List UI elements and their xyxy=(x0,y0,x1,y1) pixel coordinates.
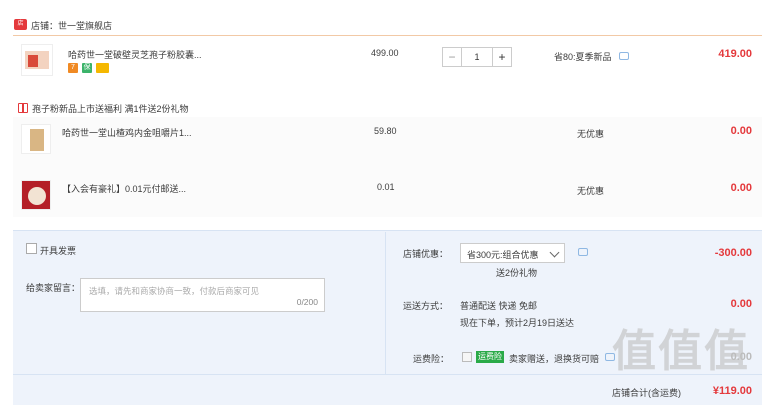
gift-icon xyxy=(18,103,28,113)
increase-button[interactable]: + xyxy=(492,47,512,67)
summary-label: 店铺合计(含运费) xyxy=(612,388,681,398)
product-thumbnail[interactable] xyxy=(21,44,53,76)
product-title[interactable]: 哈药世一堂山楂鸡内金咀嚼片1... xyxy=(62,126,192,139)
note-placeholder: 选填，请先和商家协商一致，付款后商家可见 xyxy=(89,286,260,296)
insurance-tag: 运费险 xyxy=(476,351,504,363)
insurance-label: 运费险： xyxy=(413,354,450,364)
credit-card-icon xyxy=(96,63,109,73)
panel-divider xyxy=(385,232,386,374)
shipping-label: 运送方式： xyxy=(403,301,449,311)
quantity-stepper[interactable]: − 1 + xyxy=(442,47,512,67)
chat-bubble-icon[interactable] xyxy=(578,248,588,256)
product-thumbnail[interactable] xyxy=(21,124,51,154)
item-total: 0.00 xyxy=(730,182,752,194)
gift-item-row xyxy=(13,117,762,167)
store-discount-select[interactable]: 省300元:组合优惠 xyxy=(460,243,565,263)
summary-total: ¥119.00 xyxy=(712,385,752,397)
invoice-checkbox[interactable] xyxy=(26,243,37,254)
store-icon: 店 xyxy=(14,19,27,30)
quantity-input[interactable]: 1 xyxy=(462,47,492,67)
shipping-eta: 现在下单，预计2月19日送达 xyxy=(460,318,575,328)
store-name[interactable]: 店铺：世一堂旗舰店 xyxy=(31,19,112,32)
unit-price: 0.01 xyxy=(377,182,395,192)
store-discount-value: -300.00 xyxy=(714,247,752,259)
store-discount-selected: 省300元:组合优惠 xyxy=(467,250,539,260)
product-thumbnail[interactable] xyxy=(21,180,51,210)
invoice-label[interactable]: 开具发票 xyxy=(40,244,76,257)
shipping-method: 普通配送 快递 免邮 xyxy=(460,301,538,311)
gift-promotion: 孢子粉新品上市送福利 满1件送2份礼物 xyxy=(18,102,189,115)
seven-day-return-icon: 7 xyxy=(68,63,78,73)
item-total: 419.00 xyxy=(718,48,752,60)
store-divider xyxy=(13,35,762,36)
insurance-text: 卖家赠送，退换货可赔 xyxy=(509,354,600,364)
unit-price: 499.00 xyxy=(371,48,399,58)
promotion-label: 省80:夏季新品 xyxy=(554,52,612,62)
unit-price: 59.80 xyxy=(374,126,397,136)
store-header: 店 店铺：世一堂旗舰店 xyxy=(0,0,762,36)
insurance-checkbox[interactable] xyxy=(462,352,472,362)
decrease-button[interactable]: − xyxy=(442,47,462,67)
shipping-value: 0.00 xyxy=(730,298,752,310)
product-title[interactable]: 哈药世一堂破壁灵芝孢子粉胶囊... xyxy=(68,48,202,61)
promotion-label: 无优惠 xyxy=(577,186,605,196)
chevron-down-icon xyxy=(549,247,560,258)
chat-bubble-icon[interactable] xyxy=(619,52,629,60)
watermark: 值值值 xyxy=(612,326,750,377)
seller-note-input[interactable]: 选填，请先和商家协商一致，付款后商家可见 0/200 xyxy=(80,278,325,312)
product-title[interactable]: 【入会有豪礼】0.01元付邮送... xyxy=(62,182,186,195)
note-char-count: 0/200 xyxy=(296,297,318,307)
item-total: 0.00 xyxy=(730,125,752,137)
store-discount-label: 店铺优惠： xyxy=(403,249,449,259)
gift-text: 孢子粉新品上市送福利 满1件送2份礼物 xyxy=(32,104,189,114)
store-discount-gift: 送2份礼物 xyxy=(496,268,538,278)
promotion-label: 无优惠 xyxy=(577,129,605,139)
note-label: 给卖家留言： xyxy=(26,283,81,293)
guarantee-icon: 保 xyxy=(82,63,92,73)
